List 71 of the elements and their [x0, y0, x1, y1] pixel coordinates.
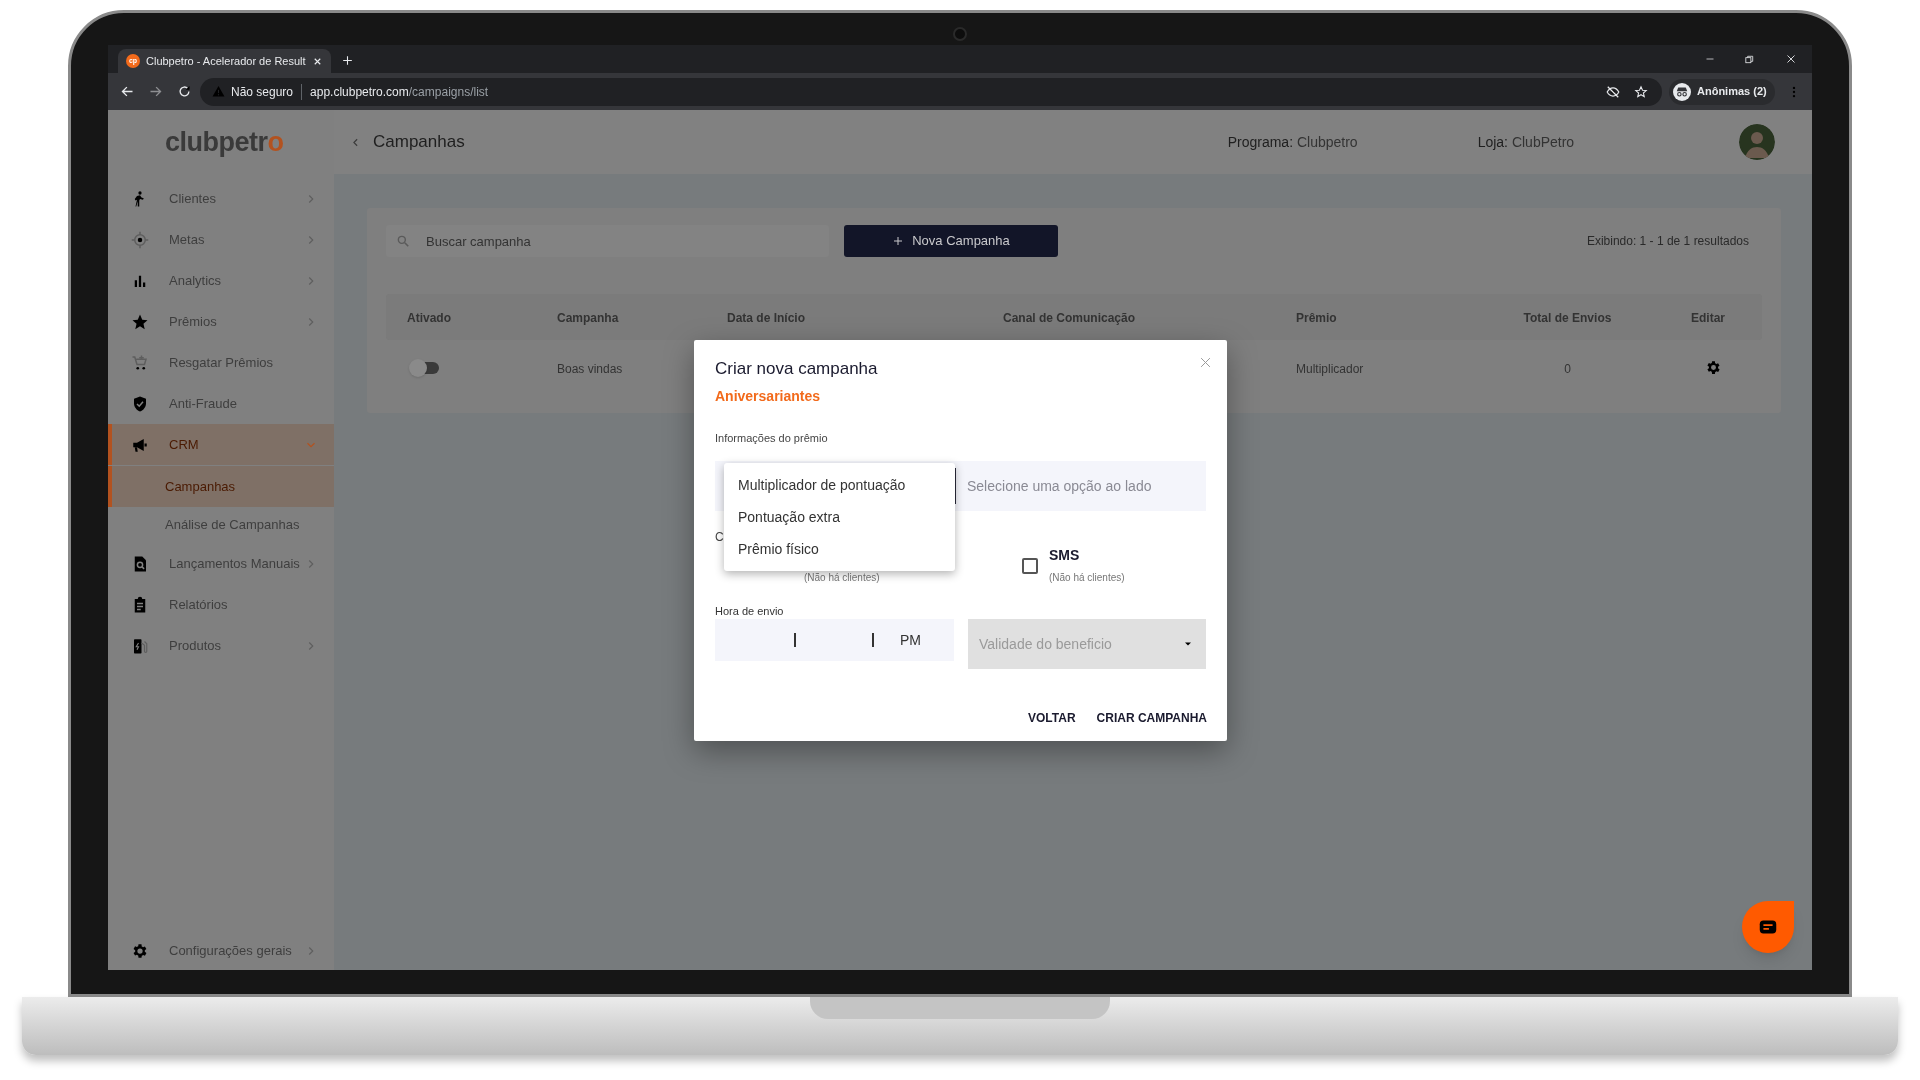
channel-note: (Não há clientes)	[804, 571, 880, 585]
settings-icon	[131, 941, 149, 960]
back-icon[interactable]	[120, 84, 135, 99]
modal-title: Criar nova campanha	[715, 358, 879, 380]
sidebar-item[interactable]: Resgatar Prêmios	[108, 342, 334, 383]
plus-icon[interactable]	[340, 54, 354, 67]
checkbox[interactable]	[1022, 558, 1038, 574]
modal-subtitle: Aniversariantes	[715, 387, 822, 406]
shield-icon	[131, 394, 149, 413]
toggle-switch[interactable]	[411, 361, 439, 374]
store-label: Loja: ClubPetro	[1477, 132, 1575, 152]
fuel-pump-icon	[131, 636, 149, 655]
cart-icon	[131, 353, 149, 372]
sidebar-item[interactable]: Clientes	[108, 178, 334, 219]
checkbox-label: SMS	[1049, 546, 1081, 564]
tab-title: Clubpetro - Acelerador de Result	[146, 53, 306, 69]
plus-icon	[892, 235, 905, 247]
dropdown-option[interactable]: Prêmio físico	[724, 533, 955, 565]
star-icon[interactable]	[1634, 84, 1648, 99]
dialog-button[interactable]: CRIAR CAMPANHA	[1090, 710, 1213, 726]
search-icon	[396, 234, 410, 248]
section-label: Informações do prêmio	[715, 431, 829, 445]
camera-icon	[953, 27, 967, 41]
new-campaign-button[interactable]: Nova Campanha	[844, 225, 1058, 257]
program-label: Programa: Clubpetro	[1227, 132, 1358, 152]
avatar[interactable]	[1739, 124, 1775, 160]
profile-button[interactable]: Anônimas (2)	[1669, 78, 1775, 105]
table-cell: Multiplicador	[1296, 361, 1364, 376]
channels-label: C	[715, 530, 724, 544]
table-cell: Boas vindas	[557, 361, 623, 376]
target-icon	[131, 230, 149, 249]
sidebar-item[interactable]: Relatórios	[108, 584, 334, 625]
sidebar-item[interactable]: Analytics	[108, 260, 334, 301]
reload-icon[interactable]	[177, 84, 192, 99]
eye-off-icon[interactable]	[1606, 84, 1620, 99]
page-title: Campanhas	[373, 131, 465, 154]
column-header: Canal de Comunicação	[1003, 310, 1136, 327]
sidebar-item[interactable]: Lançamentos Manuais	[108, 543, 334, 584]
dialog-button[interactable]: VOLTAR	[1022, 710, 1082, 726]
dropdown-option[interactable]: Multiplicador de pontuação	[724, 469, 955, 501]
result-count: Exibindo: 1 - 1 de 1 resultados	[1586, 233, 1749, 250]
column-header: Editar	[1691, 310, 1725, 327]
url-text: app.clubpetro.com/campaigns/list	[310, 83, 489, 101]
column-header: Campanha	[557, 310, 619, 327]
validity-select[interactable]: Validade do beneficio	[968, 619, 1206, 669]
forward-icon[interactable]	[148, 84, 163, 99]
sidebar-item[interactable]: Configurações gerais	[108, 930, 334, 970]
field-label: Hora de envio	[715, 604, 785, 618]
restore-icon[interactable]	[1744, 53, 1755, 65]
table-cell-text: 0	[1563, 360, 1572, 378]
logo: clubpetro	[165, 125, 284, 159]
column-header: Prêmio	[1296, 310, 1337, 327]
sidebar-item[interactable]: Produtos	[108, 625, 334, 666]
sidebar-item[interactable]: Anti-Fraude	[108, 383, 334, 424]
search-field[interactable]: Buscar campanha	[386, 225, 829, 257]
sidebar-item[interactable]: CRM	[108, 424, 334, 465]
column-header: Ativado	[407, 310, 451, 327]
settings-icon[interactable]	[1705, 359, 1722, 376]
incognito-icon	[1673, 82, 1691, 101]
warning-icon	[212, 85, 225, 98]
security-label: Não seguro	[231, 83, 294, 101]
column-header: Total de Envios	[1522, 310, 1613, 327]
time-field[interactable]: PM	[715, 619, 954, 661]
column-header: Data de Início	[727, 310, 806, 327]
close-icon[interactable]	[1785, 53, 1797, 65]
channel-note: (Não há clientes)	[1049, 571, 1125, 585]
sidebar-subitem[interactable]: Campanhas	[108, 466, 334, 507]
sidebar-item[interactable]: Metas	[108, 219, 334, 260]
sidebar-subitem[interactable]: Análise de Campanhas	[108, 507, 334, 543]
sidebar-item[interactable]: Prêmios	[108, 301, 334, 342]
address-bar[interactable]: Não seguro app.clubpetro.com/campaigns/list	[200, 77, 1662, 106]
